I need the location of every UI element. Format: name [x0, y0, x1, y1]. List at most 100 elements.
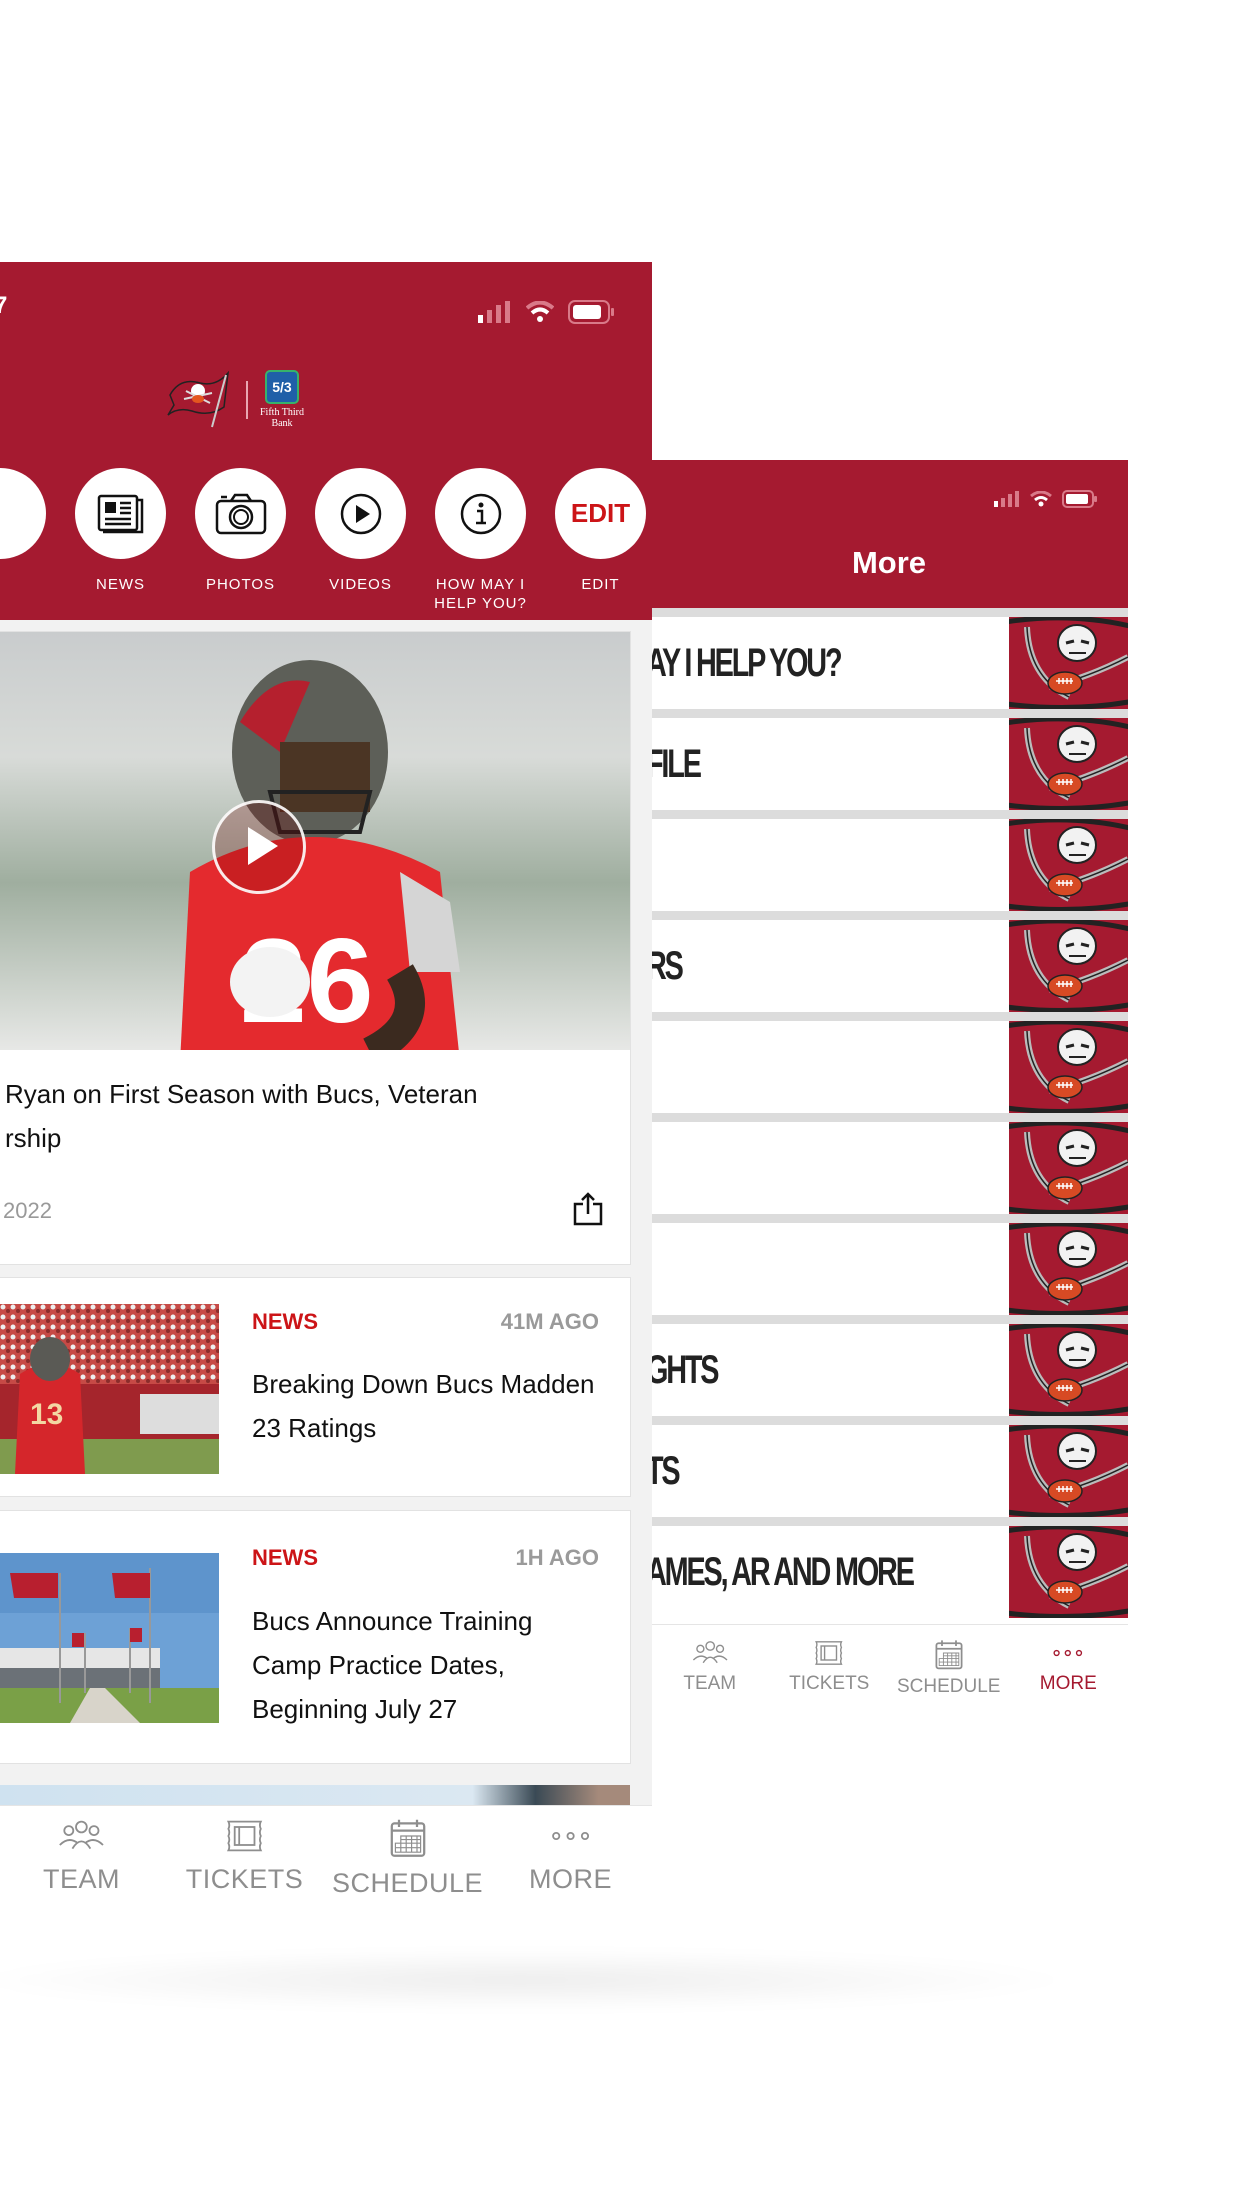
page-title: More: [851, 545, 927, 580]
label-line1: HOW MAY I: [435, 576, 526, 593]
buccaneers-skull-logo: [1009, 1324, 1128, 1416]
label-line2: HELP YOU?: [434, 595, 527, 612]
tab-bar: TEAM TICKETS SCHEDULE MORE: [0, 1805, 652, 1912]
tab-label: MORE: [529, 1864, 612, 1894]
signal-icon: [994, 491, 1019, 507]
tab-label: TEAM: [42, 1864, 120, 1894]
home-header: 7 5/3 Fifth Third Bank NEWS PHOTOS VIDEO…: [0, 262, 652, 620]
tab-tickets[interactable]: TICKETS: [163, 1806, 326, 1912]
header-logos: 5/3 Fifth Third Bank: [166, 370, 304, 429]
status-time: 7: [0, 292, 8, 319]
hero-video-thumbnail[interactable]: 26: [0, 632, 630, 1050]
hero-title-line1: Ryan on First Season with Bucs, Veteran: [5, 1079, 478, 1109]
share-icon[interactable]: [572, 1192, 604, 1226]
more-dots-icon: [552, 1831, 589, 1841]
quick-action-photos[interactable]: PHOTOS: [195, 468, 286, 613]
more-screen: More AY I HELP YOU? FILE S GHTS S AMES, …: [650, 460, 1128, 1745]
buccaneers-flag-logo: [167, 370, 229, 427]
quick-action-edit[interactable]: EDIT EDIT: [555, 468, 646, 613]
quick-action-news[interactable]: NEWS: [75, 468, 166, 613]
home-screen: 7 5/3 Fifth Third Bank NEWS PHOTOS VIDEO…: [0, 262, 652, 1912]
more-menu-item-label: TS: [650, 1448, 681, 1493]
quick-action-label: VIDEOS: [329, 576, 392, 593]
tab-more[interactable]: MORE: [1009, 1625, 1129, 1745]
svg-text:13: 13: [30, 1398, 63, 1431]
more-menu-item[interactable]: AMES, AR AND MORE: [650, 1517, 1128, 1618]
news-list-item[interactable]: 13 NEWS 41M AGO Breaking Down Bucs Madde…: [0, 1277, 631, 1497]
sponsor-line1: Fifth Third: [260, 407, 304, 418]
tab-label: TICKETS: [185, 1864, 304, 1894]
quick-actions: NEWS PHOTOS VIDEOS HOW MAY I HELP YOU? E…: [0, 468, 646, 613]
camera-icon: [215, 493, 266, 534]
more-menu-item-label: RS: [650, 943, 684, 988]
tab-tickets[interactable]: TICKETS: [770, 1625, 890, 1745]
buccaneers-skull-logo: [1009, 718, 1128, 810]
more-menu-item[interactable]: [650, 810, 1128, 911]
quick-action-news-circle: [75, 468, 166, 559]
hero-story-title[interactable]: Ryan on First Season with Bucs, Veteran …: [5, 1072, 605, 1160]
status-bar: [478, 300, 616, 324]
more-menu-item[interactable]: GHTS: [650, 1315, 1128, 1416]
hero-story-card[interactable]: 26 Ryan on First Season with Bucs, Veter…: [0, 631, 631, 1265]
play-button[interactable]: [212, 800, 306, 894]
calendar-icon: [935, 1640, 963, 1670]
more-menu-item[interactable]: RS: [650, 911, 1128, 1012]
tab-label: TICKETS: [789, 1673, 870, 1694]
wifi-icon: [1030, 491, 1052, 507]
news-category: NEWS: [252, 1309, 318, 1334]
tab-more[interactable]: MORE: [489, 1806, 652, 1912]
quick-action-label: HOW MAY I HELP YOU?: [434, 575, 527, 613]
more-dots-icon: [1053, 1649, 1083, 1657]
tab-team[interactable]: TEAM: [650, 1625, 770, 1745]
quick-action-help[interactable]: HOW MAY I HELP YOU?: [434, 468, 527, 613]
news-title: Bucs Announce Training Camp Practice Dat…: [252, 1606, 533, 1724]
team-icon: [692, 1641, 728, 1664]
tab-schedule[interactable]: SCHEDULE: [889, 1625, 1009, 1745]
quick-action-edit-circle: EDIT: [555, 468, 646, 559]
info-icon: [460, 493, 501, 534]
buccaneers-skull-logo: [1009, 1425, 1128, 1517]
news-timestamp: 1H AGO: [515, 1545, 599, 1570]
buccaneers-skull-logo: [1009, 1526, 1128, 1618]
battery-icon: [1062, 490, 1097, 508]
news-title: Breaking Down Bucs Madden 23 Ratings: [252, 1369, 595, 1443]
more-header: More: [650, 460, 1128, 608]
more-menu-item-label: AY I HELP YOU?: [650, 640, 843, 685]
tab-team[interactable]: TEAM: [0, 1806, 163, 1912]
status-bar: [994, 490, 1098, 508]
hero-story-date: 2022: [3, 1198, 52, 1223]
quick-action-videos[interactable]: VIDEOS: [315, 468, 406, 613]
more-menu-item[interactable]: [650, 1113, 1128, 1214]
buccaneers-skull-logo: [1009, 920, 1128, 1012]
play-circle-icon: [340, 493, 381, 534]
more-menu-item-label: GHTS: [650, 1347, 720, 1392]
news-thumbnail: [0, 1553, 219, 1723]
tab-schedule[interactable]: SCHEDULE: [326, 1806, 489, 1912]
more-menu-item[interactable]: AY I HELP YOU?: [650, 608, 1128, 709]
more-menu-item[interactable]: [650, 1012, 1128, 1113]
tab-label: SCHEDULE: [897, 1675, 1001, 1697]
ticket-icon: [226, 1820, 263, 1852]
tab-bar: TEAM TICKETS SCHEDULE MORE: [650, 1624, 1128, 1745]
more-menu-item[interactable]: FILE: [650, 709, 1128, 810]
more-menu-item[interactable]: TS: [650, 1416, 1128, 1517]
more-menu-item-label: AMES, AR AND MORE: [650, 1549, 915, 1594]
tab-label: SCHEDULE: [331, 1867, 484, 1898]
ticket-icon: [815, 1641, 843, 1665]
tab-label: TEAM: [683, 1673, 737, 1694]
quick-action-label: PHOTOS: [205, 576, 276, 593]
wifi-icon: [526, 301, 554, 322]
news-list-item[interactable]: NEWS 1H AGO Bucs Announce Training Camp …: [0, 1510, 631, 1764]
edit-icon: EDIT: [570, 498, 631, 528]
more-menu-item-label: FILE: [650, 741, 702, 786]
hero-title-line2: rship: [5, 1123, 62, 1153]
sponsor-line2: Bank: [271, 418, 293, 429]
quick-action-help-circle: [435, 468, 526, 559]
more-menu-item[interactable]: [650, 1214, 1128, 1315]
fifth-third-badge: 5/3: [264, 370, 299, 404]
logo-divider: [246, 380, 248, 419]
news-category: NEWS: [252, 1545, 318, 1570]
quick-action-partial[interactable]: [0, 468, 46, 613]
quick-action-label: NEWS: [96, 576, 145, 593]
newspaper-icon: [97, 494, 143, 533]
